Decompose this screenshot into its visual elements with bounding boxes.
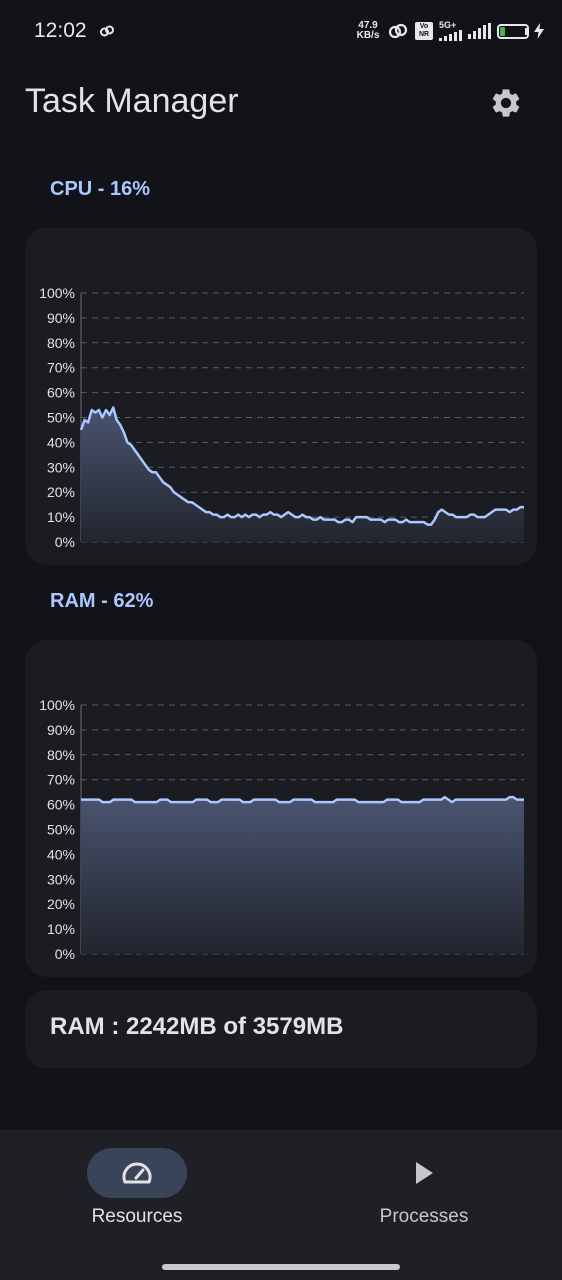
battery: 20 bbox=[497, 23, 529, 39]
y-tick-label: 70% bbox=[47, 360, 75, 376]
nav-item-resources[interactable]: Resources bbox=[47, 1148, 227, 1238]
y-tick-label: 30% bbox=[47, 459, 75, 475]
speedometer-icon bbox=[122, 1162, 152, 1184]
gesture-bar[interactable] bbox=[162, 1264, 400, 1270]
y-tick-label: 40% bbox=[47, 846, 75, 862]
nav-item-label: Processes bbox=[379, 1206, 469, 1227]
volte-badge: Vo NR bbox=[415, 22, 433, 40]
y-tick-label: 20% bbox=[47, 484, 75, 500]
net-speed: 47.9 KB/s bbox=[355, 21, 381, 41]
y-tick-label: 70% bbox=[47, 772, 75, 788]
y-tick-label: 100% bbox=[39, 285, 75, 301]
signal-1: 5G+ bbox=[439, 21, 462, 41]
status-icons: 47.9 KB/s Vo NR 5G+ 20 bbox=[355, 18, 544, 44]
charging-icon bbox=[534, 23, 544, 39]
y-tick-label: 0% bbox=[55, 946, 75, 962]
cpu-chart: 0% 10% 20% 30% 40% 50% 60% 70% 80% 90% 100% bbox=[39, 285, 524, 550]
y-tick-label: 50% bbox=[47, 410, 75, 426]
y-tick-label: 60% bbox=[47, 385, 75, 401]
y-tick-label: 100% bbox=[39, 697, 75, 713]
signal-icon bbox=[439, 30, 462, 41]
ram-chart: 0% 10% 20% 30% 40% 50% 60% 70% 80% 90% 100% bbox=[39, 697, 524, 962]
battery-icon: 20 bbox=[497, 23, 529, 39]
y-tick-label: 90% bbox=[47, 722, 75, 738]
ram-label: RAM - 62% bbox=[50, 590, 154, 612]
series-area bbox=[81, 797, 524, 954]
ram-chart-card: 0% 10% 20% 30% 40% 50% 60% 70% 80% 90% 100% bbox=[25, 640, 537, 977]
y-tick-label: 10% bbox=[47, 921, 75, 937]
ram-summary: RAM : 2242MB of 3579MB bbox=[50, 1013, 344, 1040]
y-tick-label: 80% bbox=[47, 747, 75, 763]
status-bar: 12:02 47.9 KB/s Vo NR 5G+ 20 bbox=[0, 0, 562, 62]
network-type: 5G+ bbox=[439, 20, 457, 30]
status-time: 12:02 bbox=[34, 19, 87, 42]
y-tick-label: 90% bbox=[47, 310, 75, 326]
nav-item-processes[interactable]: Processes bbox=[334, 1148, 514, 1238]
y-tick-label: 30% bbox=[47, 871, 75, 887]
y-tick-label: 20% bbox=[47, 896, 75, 912]
y-tick-label: 40% bbox=[47, 434, 75, 450]
nav-indicator bbox=[87, 1148, 187, 1198]
signal-icon bbox=[468, 23, 491, 39]
net-speed-unit: KB/s bbox=[356, 30, 380, 41]
gear-icon bbox=[492, 89, 520, 117]
battery-level: 20 bbox=[506, 24, 520, 37]
y-tick-label: 60% bbox=[47, 797, 75, 813]
link-icon bbox=[100, 25, 114, 37]
y-tick-label: 50% bbox=[47, 822, 75, 838]
page-title: Task Manager bbox=[25, 82, 239, 120]
cpu-label: CPU - 16% bbox=[50, 178, 151, 200]
cpu-chart-card: 0% 10% 20% 30% 40% 50% 60% 70% 80% 90% 100% bbox=[25, 228, 537, 565]
nav-indicator bbox=[374, 1148, 474, 1198]
y-tick-label: 10% bbox=[47, 509, 75, 525]
nav-item-label: Resources bbox=[91, 1206, 183, 1227]
series-area bbox=[81, 407, 524, 542]
y-tick-label: 0% bbox=[55, 534, 75, 550]
settings-button[interactable] bbox=[482, 82, 530, 124]
y-tick-label: 80% bbox=[47, 335, 75, 351]
hotspot-icon bbox=[388, 23, 408, 39]
play-icon bbox=[416, 1162, 433, 1184]
